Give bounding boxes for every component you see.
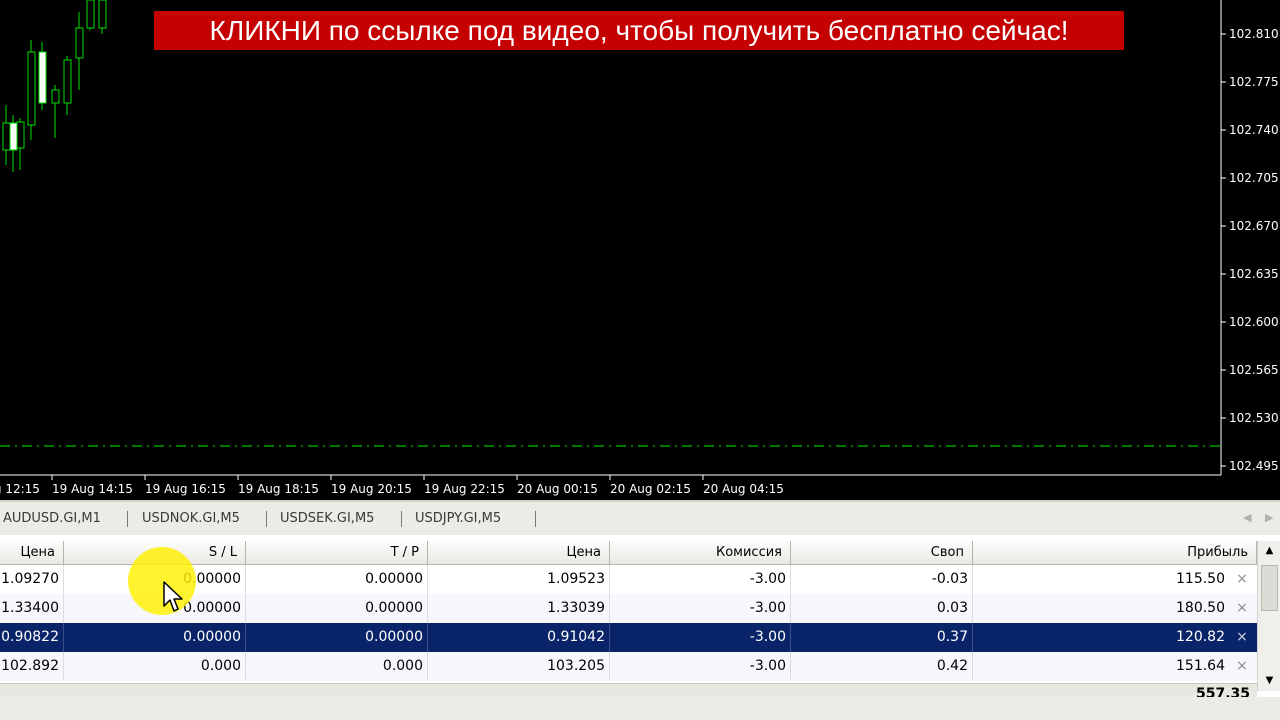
time-label: 19 Aug 16:15 xyxy=(145,482,226,496)
tp-cell: 0.00000 xyxy=(246,594,428,623)
scroll-down-icon[interactable]: ▼ xyxy=(1260,672,1279,690)
sl-cell: 0.000 xyxy=(64,652,246,681)
price-axis: 102.810 102.775 102.740 102.705 102.670 102.6… xyxy=(1221,27,1279,473)
tab-usdsek[interactable]: USDSEK.GI,M5 xyxy=(280,510,374,528)
tab-separator xyxy=(266,511,267,527)
price-cell: 0.91042 xyxy=(428,623,610,652)
chart-canvas: 102.810 102.775 102.740 102.705 102.670 102.6… xyxy=(0,0,1279,496)
tab-audusd[interactable]: AUDUSD.GI,M1 xyxy=(3,510,101,528)
scroll-up-icon[interactable]: ▲ xyxy=(1260,542,1279,560)
price-cell: 1.33039 xyxy=(428,594,610,623)
price-label: 102.775 xyxy=(1229,75,1279,89)
tp-cell: 0.00000 xyxy=(246,565,428,594)
price-label: 102.810 xyxy=(1229,27,1279,41)
tp-cell: 0.00000 xyxy=(246,623,428,652)
price-label: 102.530 xyxy=(1229,411,1279,425)
candle-body xyxy=(2,122,11,151)
col-header-profit[interactable]: Прибыль xyxy=(973,541,1257,565)
chart-tab-strip: AUDUSD.GI,M1 USDNOK.GI,M5 USDSEK.GI,M5 U… xyxy=(0,500,1280,535)
total-profit: 557.35 xyxy=(1195,686,1250,697)
price-chart[interactable]: 102.810 102.775 102.740 102.705 102.670 102.6… xyxy=(0,0,1280,500)
price-cell: 1.09523 xyxy=(428,565,610,594)
swap-cell: -0.03 xyxy=(791,565,973,594)
candle-body xyxy=(27,51,36,126)
price-label: 102.705 xyxy=(1229,171,1279,185)
candle-body xyxy=(98,0,107,29)
close-position-icon[interactable]: × xyxy=(1233,623,1251,652)
candle-body xyxy=(51,89,60,104)
time-label: 20 Aug 04:15 xyxy=(703,482,784,496)
candle-body xyxy=(16,121,25,149)
col-header-swap[interactable]: Своп xyxy=(791,541,973,565)
open-price-cell: 1.09270 xyxy=(0,565,64,594)
time-label: 19 Aug 20:15 xyxy=(331,482,412,496)
commission-cell: -3.00 xyxy=(610,594,791,623)
price-label: 102.740 xyxy=(1229,123,1279,137)
swap-cell: 0.37 xyxy=(791,623,973,652)
tab-scroll-right-icon[interactable]: ▶ xyxy=(1265,511,1273,524)
promo-banner: КЛИКНИ по ссылке под видео, чтобы получи… xyxy=(154,11,1124,50)
price-label: 102.635 xyxy=(1229,267,1279,281)
profit-cell: 120.82 xyxy=(1176,629,1225,645)
tab-usdjpy[interactable]: USDJPY.GI,M5 xyxy=(415,510,501,528)
tab-scroll-left-icon[interactable]: ◀ xyxy=(1243,511,1251,524)
tab-separator xyxy=(127,511,128,527)
profit-cell: 115.50 xyxy=(1176,571,1225,587)
col-header-open-price[interactable]: Цена xyxy=(0,541,64,565)
price-label: 102.670 xyxy=(1229,219,1279,233)
time-label: 20 Aug 00:15 xyxy=(517,482,598,496)
profit-cell: 180.50 xyxy=(1176,600,1225,616)
candle-body xyxy=(75,27,84,59)
open-price-cell: 1.33400 xyxy=(0,594,64,623)
vertical-scrollbar[interactable]: ▲ ▼ xyxy=(1257,541,1280,691)
open-price-cell: 102.892 xyxy=(0,652,64,681)
table-row[interactable]: 102.892 0.000 0.000 103.205 -3.00 0.42 1… xyxy=(0,652,1257,681)
close-position-icon[interactable]: × xyxy=(1233,652,1251,681)
sl-cell: 0.00000 xyxy=(64,623,246,652)
time-label: 19 Aug 12:15 xyxy=(0,482,40,496)
table-row-selected[interactable]: 0.90822 0.00000 0.00000 0.91042 -3.00 0.… xyxy=(0,623,1257,652)
close-position-icon[interactable]: × xyxy=(1233,565,1251,594)
scrollbar-thumb[interactable] xyxy=(1261,565,1278,611)
candle-body xyxy=(9,122,18,151)
swap-cell: 0.42 xyxy=(791,652,973,681)
swap-cell: 0.03 xyxy=(791,594,973,623)
close-position-icon[interactable]: × xyxy=(1233,594,1251,623)
commission-cell: -3.00 xyxy=(610,565,791,594)
col-header-commission[interactable]: Комиссия xyxy=(610,541,791,565)
tab-separator xyxy=(401,511,402,527)
time-label: 19 Aug 18:15 xyxy=(238,482,319,496)
time-axis: 19 Aug 12:15 19 Aug 14:15 19 Aug 16:15 19 A… xyxy=(0,475,784,496)
tab-separator xyxy=(535,511,536,527)
trade-terminal: Цена S / L T / P Цена Комиссия Своп Приб… xyxy=(0,535,1280,720)
terminal-bottom-strip xyxy=(0,697,1280,720)
commission-cell: -3.00 xyxy=(610,652,791,681)
time-label: 19 Aug 14:15 xyxy=(52,482,133,496)
col-header-price[interactable]: Цена xyxy=(428,541,610,565)
candle-body xyxy=(38,51,47,104)
commission-cell: -3.00 xyxy=(610,623,791,652)
tab-usdnok[interactable]: USDNOK.GI,M5 xyxy=(142,510,240,528)
open-price-cell: 0.90822 xyxy=(0,623,64,652)
price-label: 102.600 xyxy=(1229,315,1279,329)
price-label: 102.495 xyxy=(1229,459,1279,473)
profit-cell: 151.64 xyxy=(1176,658,1225,674)
time-label: 20 Aug 02:15 xyxy=(610,482,691,496)
candle-body xyxy=(86,0,95,29)
price-cell: 103.205 xyxy=(428,652,610,681)
total-row: 557.35 xyxy=(0,683,1257,697)
mouse-pointer-icon xyxy=(163,581,183,612)
time-label: 19 Aug 22:15 xyxy=(424,482,505,496)
candle-body xyxy=(63,59,72,104)
col-header-tp[interactable]: T / P xyxy=(246,541,428,565)
price-label: 102.565 xyxy=(1229,363,1279,377)
tp-cell: 0.000 xyxy=(246,652,428,681)
